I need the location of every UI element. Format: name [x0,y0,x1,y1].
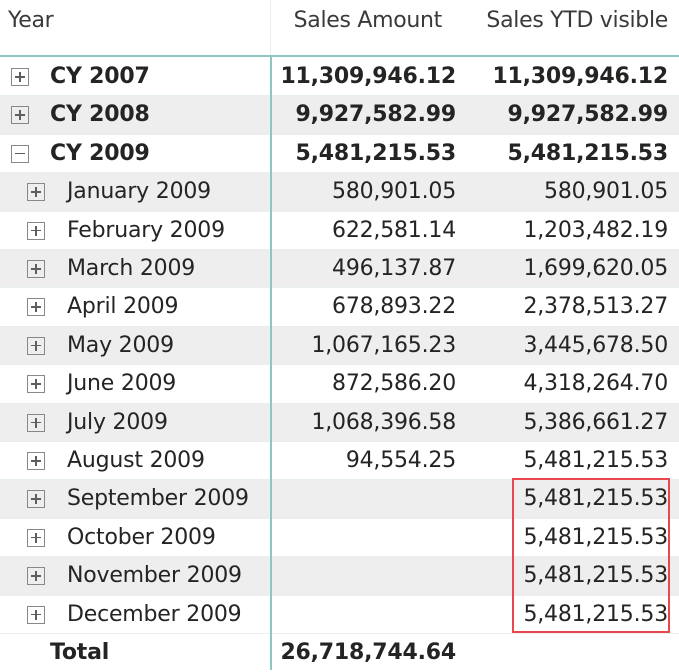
sales-amount-cell: 622,581.14 [332,217,456,243]
sales-ytd-cell: 5,481,215.53 [523,448,668,473]
header-sales-ytd-visible[interactable]: Sales YTD visible [458,0,668,56]
sales-amount-cell [272,519,456,557]
sales-ytd-cell: 4,318,264.70 [523,371,668,397]
year-row: CY 2009 5,481,215.53 5,481,215.53 [0,135,679,174]
row-label: June 2009 [67,371,177,397]
expand-icon[interactable] [11,68,29,86]
row-label: August 2009 [67,448,205,473]
row-label: October 2009 [67,524,216,550]
sales-ytd-cell: 5,386,661.27 [523,409,668,435]
sales-amount-cell: 5,481,215.53 [295,140,457,166]
header-sales-amount[interactable]: Sales Amount [270,0,443,56]
total-sales-amount: 26,718,744.64 [280,640,456,665]
expand-icon[interactable] [27,183,45,202]
month-row: February 2009 622,581.14 1,203,482.19 [0,212,679,250]
sales-ytd-cell: 5,481,215.53 [523,563,668,589]
sales-amount-cell [272,557,456,595]
month-row: October 2009 5,481,215.53 [0,519,679,558]
expand-icon[interactable] [27,490,45,509]
year-row: CY 2008 9,927,582.99 9,927,582.99 [0,96,679,135]
sales-amount-cell: 9,927,582.99 [295,102,457,128]
sales-ytd-cell: 3,445,678.50 [523,332,668,358]
expand-icon[interactable] [27,336,45,355]
expand-icon[interactable] [27,298,45,317]
sales-amount-cell: 1,067,165.23 [311,332,456,358]
row-label: December 2009 [67,601,242,627]
month-row: May 2009 1,067,165.23 3,445,678.50 [0,326,679,366]
sales-amount-cell: 872,586.20 [332,371,456,397]
expand-icon[interactable] [27,413,45,432]
month-row: November 2009 5,481,215.53 [0,557,679,596]
sales-ytd-cell: 1,203,482.19 [523,217,668,243]
row-label: May 2009 [67,332,174,358]
sales-ytd-cell: 580,901.05 [544,179,668,205]
expand-icon[interactable] [27,567,45,586]
matrix-visual: Year Sales Amount Sales YTD visible CY 2… [0,0,679,670]
row-label: February 2009 [67,217,225,243]
sales-ytd-cell: 11,309,946.12 [492,64,668,89]
row-label: November 2009 [67,563,242,589]
month-row: June 2009 872,586.20 4,318,264.70 [0,365,679,404]
month-row: September 2009 5,481,215.53 [0,480,679,519]
sales-ytd-cell: 2,378,513.27 [523,294,668,320]
row-header-separator [270,56,272,670]
sales-amount-cell: 94,554.25 [345,448,456,473]
sales-ytd-cell: 5,481,215.53 [523,486,668,512]
sales-amount-cell: 580,901.05 [332,179,456,205]
expand-icon[interactable] [27,375,45,394]
sales-amount-cell [272,596,456,634]
row-label: September 2009 [67,486,249,512]
sales-amount-cell: 1,068,396.58 [311,409,456,435]
total-sales-ytd [460,634,668,672]
expand-icon[interactable] [27,528,45,547]
row-label: January 2009 [67,179,211,205]
row-label: CY 2007 [50,64,150,89]
month-row: March 2009 496,137.87 1,699,620.05 [0,250,679,289]
year-row: CY 2007 11,309,946.12 11,309,946.12 [0,58,679,97]
sales-ytd-cell: 5,481,215.53 [523,601,668,627]
sales-ytd-cell: 5,481,215.53 [507,140,669,166]
month-row: August 2009 94,554.25 5,481,215.53 [0,442,679,481]
sales-ytd-cell: 1,699,620.05 [523,256,668,281]
expand-icon[interactable] [27,452,45,470]
expand-icon[interactable] [27,605,45,624]
row-label: April 2009 [67,294,179,320]
total-label: Total [50,640,110,665]
month-row: January 2009 580,901.05 580,901.05 [0,173,679,212]
expand-icon[interactable] [27,260,45,278]
collapse-icon[interactable] [11,144,29,163]
header-separator [0,55,679,57]
sales-amount-cell: 11,309,946.12 [280,64,456,89]
row-label: CY 2009 [50,140,150,166]
month-row: July 2009 1,068,396.58 5,386,661.27 [0,403,679,442]
month-row: April 2009 678,893.22 2,378,513.27 [0,288,679,327]
column-header-row: Year Sales Amount Sales YTD visible [0,0,679,56]
row-label: March 2009 [67,256,196,281]
month-row: December 2009 5,481,215.53 [0,596,679,634]
sales-amount-cell: 678,893.22 [332,294,456,320]
row-label: July 2009 [67,409,168,435]
row-label: CY 2008 [50,102,150,128]
header-year[interactable]: Year [8,0,54,56]
sales-amount-cell [272,480,456,518]
sales-ytd-cell: 5,481,215.53 [523,524,668,550]
sales-ytd-cell: 9,927,582.99 [507,102,669,128]
expand-icon[interactable] [27,221,45,240]
total-row: Total 26,718,744.64 [0,634,679,672]
sales-amount-cell: 496,137.87 [332,256,456,281]
expand-icon[interactable] [11,106,29,125]
